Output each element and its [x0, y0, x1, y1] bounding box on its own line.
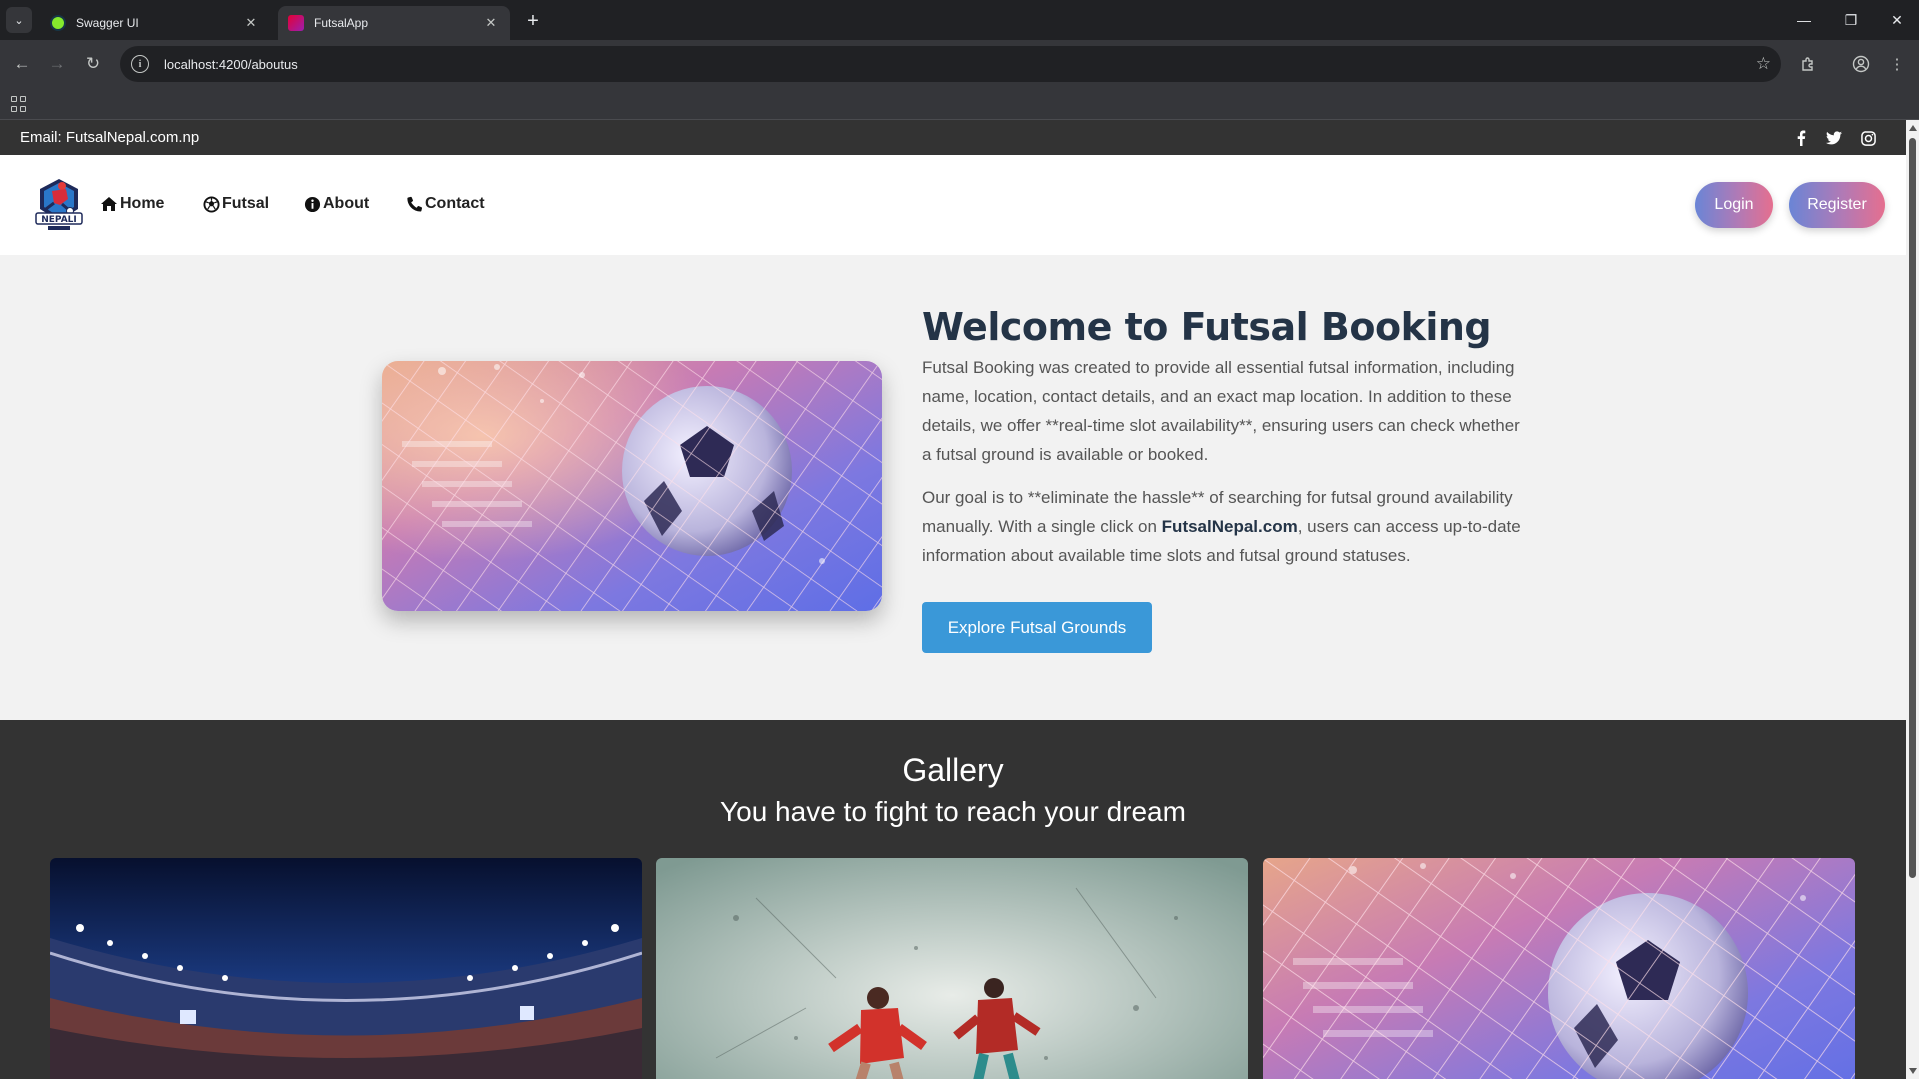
- bookmark-star-icon[interactable]: ☆: [1756, 54, 1771, 74]
- phone-icon: [407, 196, 423, 212]
- gallery-section: Gallery You have to fight to reach your …: [0, 720, 1906, 1079]
- contact-email: Email: FutsalNepal.com.np: [20, 129, 200, 146]
- browser-tab-futsalapp[interactable]: FutsalApp ✕: [278, 6, 510, 40]
- menu-kebab-icon[interactable]: ⋮: [1885, 52, 1909, 76]
- soccer-ball-icon: [203, 195, 220, 213]
- home-icon: [101, 197, 117, 211]
- page-scrollbar[interactable]: [1906, 120, 1919, 1079]
- url-text[interactable]: localhost:4200/aboutus: [164, 57, 298, 72]
- scroll-down-icon[interactable]: [1909, 1068, 1917, 1074]
- logo-text: NEPALI: [41, 215, 77, 225]
- gallery-title: Gallery: [902, 752, 1004, 788]
- brand-name: FutsalNepal.com: [1161, 517, 1298, 536]
- gallery-image-ball-in-net[interactable]: [1263, 858, 1855, 1079]
- bookmarks-bar: [0, 88, 1919, 120]
- nav-about[interactable]: About: [304, 195, 369, 213]
- close-tab-icon[interactable]: ✕: [482, 15, 500, 31]
- tab-title: FutsalApp: [314, 16, 369, 30]
- nav-about-label: About: [323, 195, 370, 212]
- nepali-futsal-logo[interactable]: NEPALI: [32, 175, 86, 233]
- instagram-icon[interactable]: [1857, 127, 1879, 149]
- hero-ball-in-net-image: [382, 361, 882, 611]
- profile-icon[interactable]: [1849, 52, 1873, 76]
- gallery-image-players[interactable]: [656, 858, 1248, 1079]
- back-icon[interactable]: ←: [9, 51, 35, 77]
- site-info-icon[interactable]: i: [131, 55, 149, 73]
- twitter-icon[interactable]: [1823, 127, 1845, 149]
- contact-topbar: Email: FutsalNepal.com.np: [0, 120, 1906, 155]
- apps-grid-icon[interactable]: [11, 96, 27, 112]
- gallery-image-stadium[interactable]: [50, 858, 642, 1079]
- gallery-subtitle: You have to fight to reach your dream: [720, 796, 1186, 827]
- browser-toolbar: ← → ↻ i localhost:4200/aboutus ☆ ⋮: [0, 40, 1919, 88]
- about-paragraph-2: Our goal is to **eliminate the hassle** …: [922, 483, 1522, 570]
- address-bar[interactable]: i localhost:4200/aboutus ☆: [120, 46, 1781, 82]
- info-icon: [304, 196, 321, 212]
- login-button[interactable]: Login: [1695, 182, 1773, 228]
- scroll-thumb[interactable]: [1909, 138, 1916, 878]
- nav-futsal-label: Futsal: [222, 195, 270, 212]
- register-button[interactable]: Register: [1789, 182, 1885, 228]
- forward-icon[interactable]: →: [44, 51, 70, 77]
- about-paragraph-1: Futsal Booking was created to provide al…: [922, 358, 1520, 464]
- minimize-icon[interactable]: —: [1784, 6, 1824, 34]
- restore-icon[interactable]: ❐: [1831, 6, 1871, 34]
- tab-title: Swagger UI: [76, 16, 139, 30]
- close-tab-icon[interactable]: ✕: [242, 15, 260, 31]
- page-viewport: Email: FutsalNepal.com.np NEPALI Home Fu…: [0, 120, 1906, 1079]
- nav-home-label: Home: [120, 195, 165, 212]
- browser-tab-bar: ⌄ Swagger UI ✕ FutsalApp ✕ + — ❐ ✕: [0, 0, 1919, 40]
- browser-tab-swagger[interactable]: Swagger UI ✕: [40, 6, 270, 40]
- nav-home[interactable]: Home: [100, 195, 164, 213]
- facebook-icon[interactable]: [1790, 127, 1812, 149]
- new-tab-button[interactable]: +: [520, 8, 546, 34]
- close-window-icon[interactable]: ✕: [1877, 6, 1917, 34]
- tab-search-button[interactable]: ⌄: [6, 7, 32, 33]
- extensions-icon[interactable]: [1796, 52, 1820, 76]
- swagger-favicon-icon: [50, 15, 66, 31]
- reload-icon[interactable]: ↻: [80, 51, 106, 77]
- nav-contact[interactable]: Contact: [407, 195, 485, 213]
- about-section: Welcome to Futsal Booking Futsal Booking…: [0, 255, 1906, 720]
- about-title: Welcome to Futsal Booking: [922, 305, 1492, 349]
- scroll-up-icon[interactable]: [1909, 125, 1917, 131]
- main-navbar: NEPALI Home Futsal About Contact Login R…: [0, 155, 1906, 255]
- nav-futsal[interactable]: Futsal: [203, 195, 269, 213]
- angular-favicon-icon: [288, 15, 304, 31]
- nav-contact-label: Contact: [425, 195, 485, 212]
- explore-futsal-grounds-button[interactable]: Explore Futsal Grounds: [922, 602, 1152, 653]
